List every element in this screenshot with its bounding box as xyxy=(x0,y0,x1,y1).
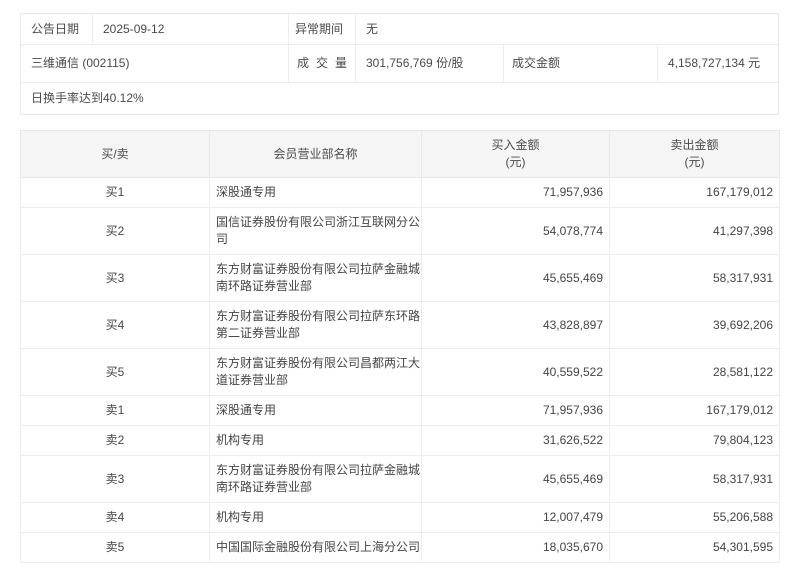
rank-cell: 卖2 xyxy=(21,426,210,456)
table-row: 买1 深股通专用 71,957,936 167,179,012 xyxy=(21,178,780,208)
buy-amount-cell: 40,559,522 xyxy=(422,349,610,396)
stock-name: 三维通信 (002115) xyxy=(21,45,289,82)
table-row: 买4 东方财富证券股份有限公司拉萨东环路第二证券营业部 43,828,897 3… xyxy=(21,302,780,349)
broker-cell: 机构专用 xyxy=(210,503,422,533)
buy-amount-cell: 18,035,670 xyxy=(422,533,610,563)
broker-cell: 深股通专用 xyxy=(210,396,422,426)
summary-row-3: 日换手率达到40.12% xyxy=(21,82,778,114)
broker-ranking-table: 买/卖 会员营业部名称 买入金额 (元) 卖出金额 (元) 买1 深股通专用 7… xyxy=(20,130,780,563)
turnover-value: 4,158,727,134 元 xyxy=(658,45,778,82)
buy-amount-cell: 31,626,522 xyxy=(422,426,610,456)
buy-amount-cell: 45,655,469 xyxy=(422,456,610,503)
summary-row-2: 三维通信 (002115) 成交量 301,756,769 份/股 成交金额 4… xyxy=(21,44,778,82)
column-header-buy: 买入金额 (元) xyxy=(422,131,610,178)
sell-amount-cell: 41,297,398 xyxy=(610,208,780,255)
column-header-buy-unit: (元) xyxy=(422,154,609,171)
broker-cell: 东方财富证券股份有限公司拉萨东环路第二证券营业部 xyxy=(210,302,422,349)
broker-cell: 深股通专用 xyxy=(210,178,422,208)
abnormal-period-label: 异常期间 xyxy=(289,14,356,44)
column-header-rank: 买/卖 xyxy=(21,131,210,178)
rank-cell: 买1 xyxy=(21,178,210,208)
broker-cell: 国信证券股份有限公司浙江互联网分公司 xyxy=(210,208,422,255)
rank-cell: 买5 xyxy=(21,349,210,396)
table-row: 卖4 机构专用 12,007,479 55,206,588 xyxy=(21,503,780,533)
rank-cell: 卖3 xyxy=(21,456,210,503)
rank-cell: 卖4 xyxy=(21,503,210,533)
announce-date-label: 公告日期 xyxy=(21,14,93,44)
buy-amount-cell: 71,957,936 xyxy=(422,178,610,208)
table-header-row: 买/卖 会员营业部名称 买入金额 (元) 卖出金额 (元) xyxy=(21,131,780,178)
sell-amount-cell: 58,317,931 xyxy=(610,456,780,503)
rank-cell: 卖1 xyxy=(21,396,210,426)
sell-amount-cell: 167,179,012 xyxy=(610,178,780,208)
turnover-rate-note: 日换手率达到40.12% xyxy=(21,83,778,114)
broker-cell: 东方财富证券股份有限公司昌都两江大道证券营业部 xyxy=(210,349,422,396)
column-header-buy-label: 买入金额 xyxy=(422,137,609,154)
buy-amount-cell: 43,828,897 xyxy=(422,302,610,349)
column-header-broker: 会员营业部名称 xyxy=(210,131,422,178)
column-header-sell: 卖出金额 (元) xyxy=(610,131,780,178)
buy-amount-cell: 12,007,479 xyxy=(422,503,610,533)
rank-cell: 买2 xyxy=(21,208,210,255)
sell-amount-cell: 58,317,931 xyxy=(610,255,780,302)
sell-amount-cell: 28,581,122 xyxy=(610,349,780,396)
sell-amount-cell: 39,692,206 xyxy=(610,302,780,349)
table-row: 卖5 中国国际金融股份有限公司上海分公司 18,035,670 54,301,5… xyxy=(21,533,780,563)
buy-amount-cell: 45,655,469 xyxy=(422,255,610,302)
rank-cell: 卖5 xyxy=(21,533,210,563)
column-header-broker-label: 会员营业部名称 xyxy=(210,146,421,163)
turnover-label: 成交金额 xyxy=(504,45,658,82)
sell-amount-cell: 54,301,595 xyxy=(610,533,780,563)
table-row: 卖3 东方财富证券股份有限公司拉萨金融城南环路证券营业部 45,655,469 … xyxy=(21,456,780,503)
volume-value: 301,756,769 份/股 xyxy=(356,45,504,82)
sell-amount-cell: 55,206,588 xyxy=(610,503,780,533)
volume-label: 成交量 xyxy=(289,45,356,82)
abnormal-period-value: 无 xyxy=(356,14,778,44)
column-header-rank-label: 买/卖 xyxy=(21,146,209,163)
summary-panel: 公告日期 2025-09-12 异常期间 无 三维通信 (002115) 成交量… xyxy=(20,13,779,115)
table-row: 买3 东方财富证券股份有限公司拉萨金融城南环路证券营业部 45,655,469 … xyxy=(21,255,780,302)
table-row: 卖1 深股通专用 71,957,936 167,179,012 xyxy=(21,396,780,426)
column-header-sell-label: 卖出金额 xyxy=(610,137,779,154)
table-row: 买2 国信证券股份有限公司浙江互联网分公司 54,078,774 41,297,… xyxy=(21,208,780,255)
buy-amount-cell: 71,957,936 xyxy=(422,396,610,426)
column-header-sell-unit: (元) xyxy=(610,154,779,171)
sell-amount-cell: 79,804,123 xyxy=(610,426,780,456)
broker-cell: 东方财富证券股份有限公司拉萨金融城南环路证券营业部 xyxy=(210,456,422,503)
rank-cell: 买4 xyxy=(21,302,210,349)
summary-row-1: 公告日期 2025-09-12 异常期间 无 xyxy=(21,14,778,44)
broker-cell: 东方财富证券股份有限公司拉萨金融城南环路证券营业部 xyxy=(210,255,422,302)
buy-amount-cell: 54,078,774 xyxy=(422,208,610,255)
rank-cell: 买3 xyxy=(21,255,210,302)
broker-cell: 机构专用 xyxy=(210,426,422,456)
broker-cell: 中国国际金融股份有限公司上海分公司 xyxy=(210,533,422,563)
table-row: 卖2 机构专用 31,626,522 79,804,123 xyxy=(21,426,780,456)
table-row: 买5 东方财富证券股份有限公司昌都两江大道证券营业部 40,559,522 28… xyxy=(21,349,780,396)
sell-amount-cell: 167,179,012 xyxy=(610,396,780,426)
announce-date-value: 2025-09-12 xyxy=(93,14,289,44)
